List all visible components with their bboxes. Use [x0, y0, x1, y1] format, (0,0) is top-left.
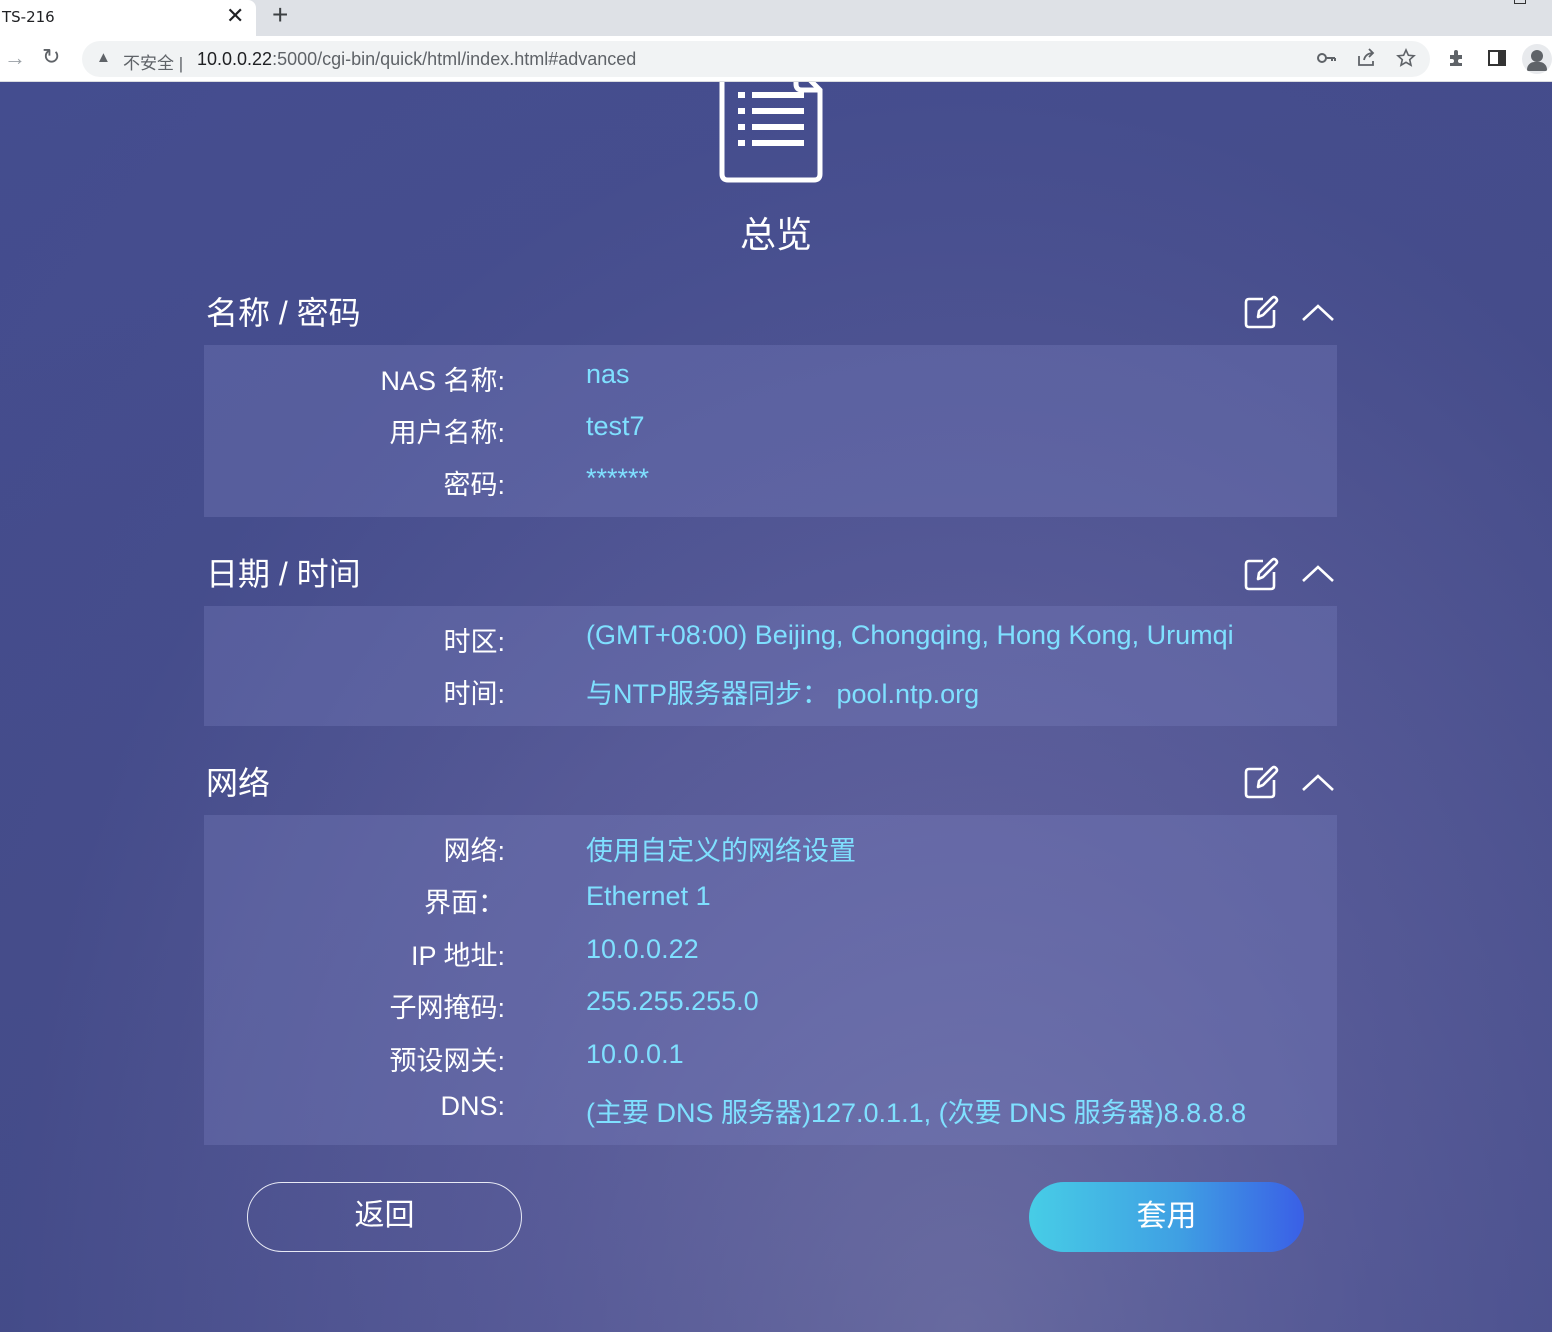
- key-icon[interactable]: [1316, 48, 1336, 73]
- browser-toolbar: → ↻ ▲ 不安全 | 10.0.0.22:5000/cgi-bin/quick…: [0, 36, 1552, 82]
- row-dns: DNS: (主要 DNS 服务器)127.0.1.1, (次要 DNS 服务器)…: [204, 1091, 1337, 1131]
- field-value: 与NTP服务器同步： pool.ntp.org: [586, 679, 980, 709]
- field-label: NAS 名称:: [380, 366, 505, 396]
- row-time: 时间: 与NTP服务器同步： pool.ntp.org: [204, 672, 1337, 712]
- edit-icon[interactable]: [1243, 556, 1279, 592]
- field-label: 子网掩码:: [389, 993, 505, 1023]
- field-value: 10.0.0.1: [586, 1039, 684, 1069]
- field-value: Ethernet 1: [586, 881, 711, 911]
- edit-icon[interactable]: [1243, 764, 1279, 800]
- field-label: 用户名称:: [389, 418, 505, 448]
- field-label: 时区:: [443, 627, 505, 657]
- row-nas-name: NAS 名称: nas: [204, 359, 1337, 399]
- share-icon[interactable]: [1356, 48, 1376, 73]
- extensions-icon[interactable]: [1447, 48, 1467, 74]
- row-interface: 界面： Ethernet 1: [204, 881, 1337, 921]
- forward-icon[interactable]: →: [4, 45, 26, 71]
- url-host: 10.0.0.22: [197, 49, 273, 69]
- url-path: :5000/cgi-bin/quick/html/index.html#adva…: [272, 49, 637, 69]
- url-text[interactable]: 10.0.0.22:5000/cgi-bin/quick/html/index.…: [197, 49, 636, 70]
- row-password: 密码: ******: [204, 463, 1337, 503]
- panel-date-time: 时区: (GMT+08:00) Beijing, Chongqing, Hong…: [204, 606, 1337, 726]
- row-username: 用户名称: test7: [204, 411, 1337, 451]
- row-timezone: 时区: (GMT+08:00) Beijing, Chongqing, Hong…: [204, 620, 1337, 660]
- wizard-page: 总览 名称 / 密码 NAS 名称: nas 用户名称: test7 密码: *…: [0, 82, 1552, 1332]
- back-button[interactable]: 返回: [247, 1182, 522, 1252]
- apply-button[interactable]: 套用: [1029, 1182, 1304, 1252]
- field-label: 界面：: [424, 888, 505, 918]
- warning-icon[interactable]: ▲: [96, 49, 111, 66]
- edit-icon[interactable]: [1243, 294, 1279, 330]
- panel-name-password: NAS 名称: nas 用户名称: test7 密码: ******: [204, 345, 1337, 517]
- field-label: DNS:: [440, 1091, 505, 1121]
- field-label: 密码:: [443, 470, 505, 500]
- field-value: 10.0.0.22: [586, 934, 699, 964]
- field-label: IP 地址:: [410, 941, 505, 971]
- window-restore-icon[interactable]: [1514, 0, 1526, 4]
- row-network-mode: 网络: 使用自定义的网络设置: [204, 829, 1337, 869]
- section-title-date-time: 日期 / 时间: [206, 556, 361, 592]
- profile-avatar[interactable]: [1522, 44, 1552, 74]
- browser-tab[interactable]: TS-216 ✕: [0, 0, 256, 36]
- field-value: nas: [586, 359, 630, 389]
- tab-close-icon[interactable]: ✕: [226, 3, 244, 29]
- chevron-up-icon[interactable]: [1300, 770, 1336, 796]
- row-subnet-mask: 子网掩码: 255.255.255.0: [204, 986, 1337, 1026]
- page-title: 总览: [739, 214, 812, 255]
- document-icon: [719, 82, 823, 183]
- field-value: (主要 DNS 服务器)127.0.1.1, (次要 DNS 服务器)8.8.8…: [586, 1098, 1247, 1128]
- row-default-gateway: 预设网关: 10.0.0.1: [204, 1039, 1337, 1079]
- field-value: ******: [586, 463, 650, 493]
- reload-icon[interactable]: ↻: [42, 44, 60, 70]
- field-label: 网络:: [443, 836, 505, 866]
- insecure-label[interactable]: 不安全 |: [123, 49, 183, 74]
- browser-tab-strip: TS-216 ✕ +: [0, 0, 1552, 36]
- field-value: 255.255.255.0: [586, 986, 759, 1016]
- field-value: 使用自定义的网络设置: [586, 836, 856, 866]
- chevron-up-icon[interactable]: [1300, 300, 1336, 326]
- panel-network: 网络: 使用自定义的网络设置 界面： Ethernet 1 IP 地址: 10.…: [204, 815, 1337, 1145]
- tab-title: TS-216: [2, 8, 55, 26]
- bookmark-star-icon[interactable]: [1396, 48, 1416, 73]
- address-bar[interactable]: ▲ 不安全 | 10.0.0.22:5000/cgi-bin/quick/htm…: [82, 41, 1430, 77]
- field-value: test7: [586, 411, 645, 441]
- field-label: 时间:: [443, 679, 505, 709]
- section-title-network: 网络: [206, 765, 271, 801]
- chevron-up-icon[interactable]: [1300, 561, 1336, 587]
- row-ip-address: IP 地址: 10.0.0.22: [204, 934, 1337, 974]
- field-label: 预设网关:: [389, 1046, 505, 1076]
- section-title-name-password: 名称 / 密码: [206, 295, 361, 331]
- field-value: (GMT+08:00) Beijing, Chongqing, Hong Kon…: [586, 620, 1234, 650]
- new-tab-icon[interactable]: +: [272, 0, 288, 30]
- side-panel-icon[interactable]: [1487, 48, 1507, 74]
